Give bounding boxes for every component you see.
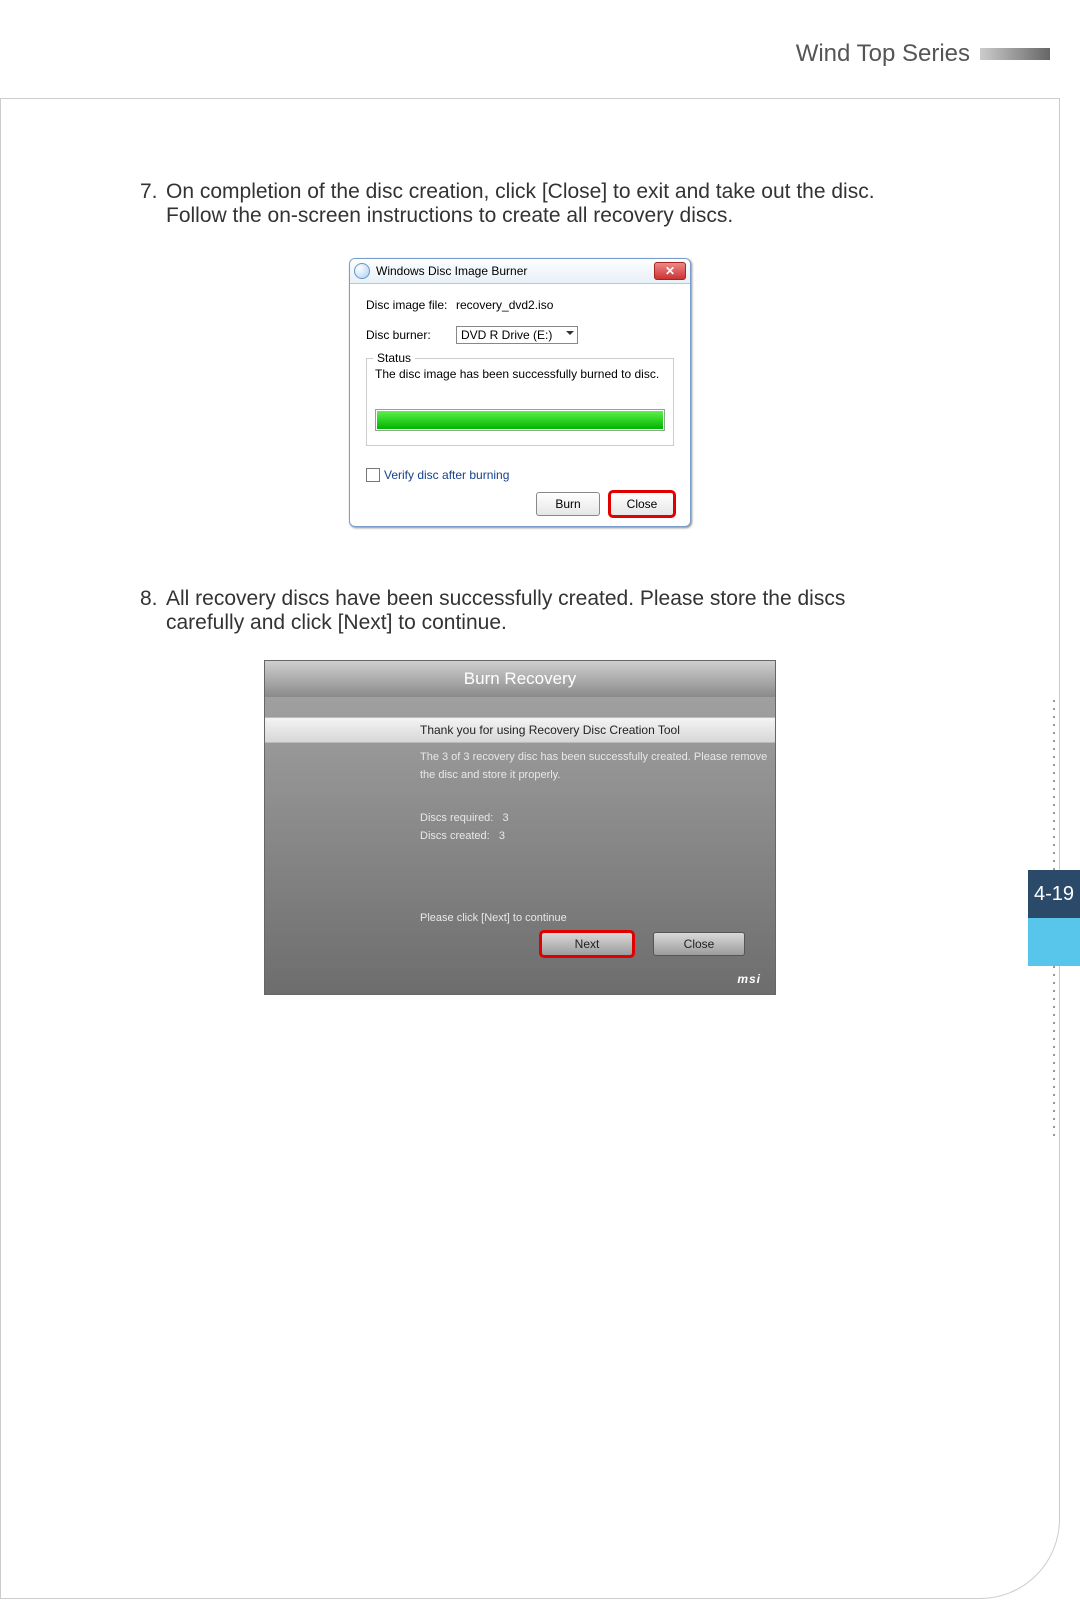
progress-bar bbox=[375, 409, 665, 431]
msg-line2: the disc and store it properly. bbox=[420, 769, 560, 781]
dialog-body: Disc image file: recovery_dvd2.iso Disc … bbox=[350, 284, 690, 526]
msi-brand-logo: msi bbox=[265, 972, 775, 994]
side-tabs: 4-19 bbox=[1028, 700, 1080, 1136]
progress-fill bbox=[377, 411, 663, 429]
burn-recovery-body: Thank you for using Recovery Disc Creati… bbox=[265, 697, 775, 972]
success-message: The 3 of 3 recovery disc has been succes… bbox=[265, 749, 775, 784]
discs-required-value: 3 bbox=[503, 812, 509, 824]
step-text: On completion of the disc creation, clic… bbox=[166, 180, 875, 203]
verify-checkbox[interactable] bbox=[366, 468, 380, 482]
file-label: Disc image file: bbox=[366, 298, 456, 312]
step-text-line2: carefully and click [Next] to continue. bbox=[166, 611, 900, 635]
msg-line1: The 3 of 3 recovery disc has been succes… bbox=[420, 751, 767, 763]
status-group: Status The disc image has been successfu… bbox=[366, 358, 674, 446]
step-7: 7.On completion of the disc creation, cl… bbox=[140, 180, 900, 527]
burn-recovery-title: Burn Recovery bbox=[265, 661, 775, 697]
verify-label: Verify disc after burning bbox=[384, 468, 509, 482]
dialog-titlebar: Windows Disc Image Burner ✕ bbox=[350, 259, 690, 284]
continue-prompt: Please click [Next] to continue bbox=[265, 912, 775, 924]
burner-select[interactable]: DVD R Drive (E:) bbox=[456, 326, 578, 344]
close-icon[interactable]: ✕ bbox=[654, 262, 686, 280]
step-8: 8.All recovery discs have been successfu… bbox=[140, 587, 900, 995]
disc-stats: Discs required: 3 Discs created: 3 bbox=[265, 812, 775, 842]
section-color-tab bbox=[1028, 918, 1080, 966]
dots-bottom bbox=[1053, 966, 1055, 1136]
step-text: All recovery discs have been successfull… bbox=[166, 587, 845, 610]
verify-row: Verify disc after burning bbox=[366, 468, 674, 482]
close-button[interactable]: Close bbox=[653, 932, 745, 956]
step-text-line2: Follow the on-screen instructions to cre… bbox=[166, 204, 900, 228]
step-number: 7. bbox=[140, 180, 166, 204]
thank-you-banner: Thank you for using Recovery Disc Creati… bbox=[265, 717, 775, 743]
dots-top bbox=[1053, 700, 1055, 870]
next-button[interactable]: Next bbox=[541, 932, 633, 956]
dialog-title: Windows Disc Image Burner bbox=[376, 264, 527, 278]
content-area: 7.On completion of the disc creation, cl… bbox=[140, 180, 900, 1035]
discs-required-label: Discs required: bbox=[420, 812, 493, 824]
header-gradient-bar bbox=[980, 48, 1050, 60]
burn-button[interactable]: Burn bbox=[536, 492, 600, 516]
page-root: Wind Top Series 4-19 7.On completion of … bbox=[0, 0, 1080, 1619]
step-number: 8. bbox=[140, 587, 166, 611]
close-button[interactable]: Close bbox=[610, 492, 674, 516]
file-value: recovery_dvd2.iso bbox=[456, 298, 553, 312]
discs-created-value: 3 bbox=[499, 830, 505, 842]
windows-disc-burner-dialog: Windows Disc Image Burner ✕ Disc image f… bbox=[349, 258, 691, 527]
disc-icon bbox=[354, 263, 370, 279]
series-title: Wind Top Series bbox=[796, 40, 970, 68]
burner-label: Disc burner: bbox=[366, 328, 456, 342]
status-legend: Status bbox=[373, 351, 415, 365]
page-number-tab: 4-19 bbox=[1028, 870, 1080, 918]
page-header: Wind Top Series bbox=[796, 40, 1050, 68]
discs-created-label: Discs created: bbox=[420, 830, 490, 842]
burn-recovery-window: Burn Recovery Thank you for using Recove… bbox=[264, 660, 776, 995]
status-text: The disc image has been successfully bur… bbox=[375, 367, 665, 381]
